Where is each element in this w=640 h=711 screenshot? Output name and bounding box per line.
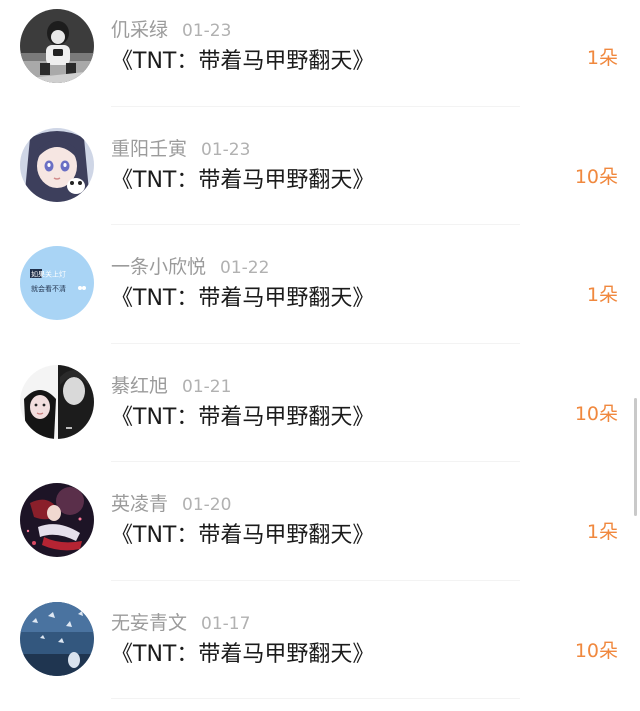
divider [111,461,520,462]
gift-count: 1朵 [587,281,618,309]
gift-count: 10朵 [575,637,618,665]
date-label: 01-23 [182,21,231,41]
avatar[interactable] [20,483,94,557]
gift-count: 10朵 [575,400,618,428]
avatar-blue-butterflies-image [20,602,94,676]
date-label: 01-22 [220,258,269,278]
date-label: 01-20 [182,495,231,515]
user-name[interactable]: 英凌青 [111,493,168,515]
divider [111,224,520,225]
book-title[interactable]: 《TNT：带着马甲野翻天》 [111,639,374,671]
list-item[interactable]: 英凌青 01-20 《TNT：带着马甲野翻天》 1朵 [0,474,640,593]
user-name[interactable]: 一条小欣悦 [111,256,206,278]
gift-count: 1朵 [587,44,618,72]
user-name[interactable]: 綦红旭 [111,375,168,397]
avatar-couple-photo-image [20,365,94,439]
gift-record-list: 仉采绿01-23 《TNT：带着马甲野翻天》 1朵 重阳壬 [0,0,640,711]
divider [111,698,520,699]
avatar[interactable] [20,365,94,439]
date-label: 01-21 [182,377,231,397]
list-item[interactable]: 綦红旭 01-21 《TNT：带着马甲野翻天》 10朵 [0,356,640,475]
gift-count: 1朵 [587,518,618,546]
avatar[interactable] [20,9,94,83]
avatar[interactable]: 如果关上灯 就会看不清 [20,246,94,320]
list-item[interactable]: 无妄青文 01-17 《TNT：带着马甲野翻天》 10朵 [0,593,640,711]
list-item[interactable]: 如果关上灯 就会看不清 一条小欣悦 01-22 《TNT：带着马甲野翻天》 1朵 [0,237,640,356]
avatar-text-sticker-image: 如果关上灯 就会看不清 [20,246,94,320]
list-item[interactable]: 仉采绿 01-23 《TNT：带着马甲野翻天》 1朵 [0,0,640,119]
divider [111,106,520,107]
avatar[interactable] [20,128,94,202]
book-title[interactable]: 《TNT：带着马甲野翻天》 [111,46,374,78]
gift-count: 10朵 [575,163,618,191]
scrollbar[interactable] [634,398,637,516]
book-title[interactable]: 《TNT：带着马甲野翻天》 [111,402,374,434]
sticker-text-line-1: 如果关上灯 [31,270,66,279]
item-meta: 綦红旭 01-21 [111,372,231,400]
divider [111,343,520,344]
divider [111,580,520,581]
date-label: 01-23 [201,140,250,160]
avatar-boy-camera-image [20,9,94,83]
item-meta: 重阳壬寅 01-23 [111,135,250,163]
item-meta: 一条小欣悦 01-22 [111,253,269,281]
avatar-dark-illustration-image [20,483,94,557]
sticker-text-line-2: 就会看不清 [31,284,66,293]
book-title[interactable]: 《TNT：带着马甲野翻天》 [111,520,374,552]
user-name[interactable]: 无妄青文 [111,612,187,634]
item-meta: 英凌青 01-20 [111,490,231,518]
item-meta: 仉采绿 01-23 [111,16,231,44]
avatar[interactable] [20,602,94,676]
book-title[interactable]: 《TNT：带着马甲野翻天》 [111,283,374,315]
user-name[interactable]: 重阳壬寅 [111,138,187,160]
list-item[interactable]: 重阳壬寅 01-23 《TNT：带着马甲野翻天》 10朵 [0,119,640,238]
item-meta: 无妄青文 01-17 [111,609,250,637]
date-label: 01-17 [201,614,250,634]
book-title[interactable]: 《TNT：带着马甲野翻天》 [111,165,374,197]
user-name[interactable]: 仉采绿 [111,19,168,41]
avatar-anime-girl-image [20,128,94,202]
